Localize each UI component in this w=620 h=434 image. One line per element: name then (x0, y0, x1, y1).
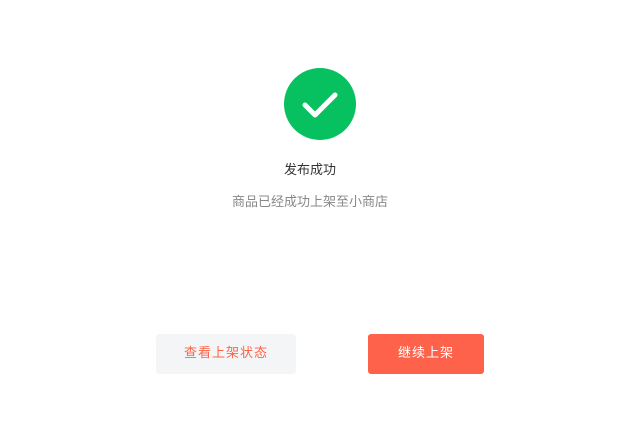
check-mark-icon (302, 92, 338, 118)
publish-result-page: 发布成功 商品已经成功上架至小商店 查看上架状态 继续上架 (0, 0, 620, 434)
result-title: 发布成功 (283, 163, 336, 178)
result-message: 商品已经成功上架至小商店 (231, 195, 388, 210)
view-listing-status-button[interactable]: 查看上架状态 (156, 334, 296, 374)
check-circle-icon (284, 68, 356, 140)
continue-listing-button[interactable]: 继续上架 (368, 334, 484, 374)
